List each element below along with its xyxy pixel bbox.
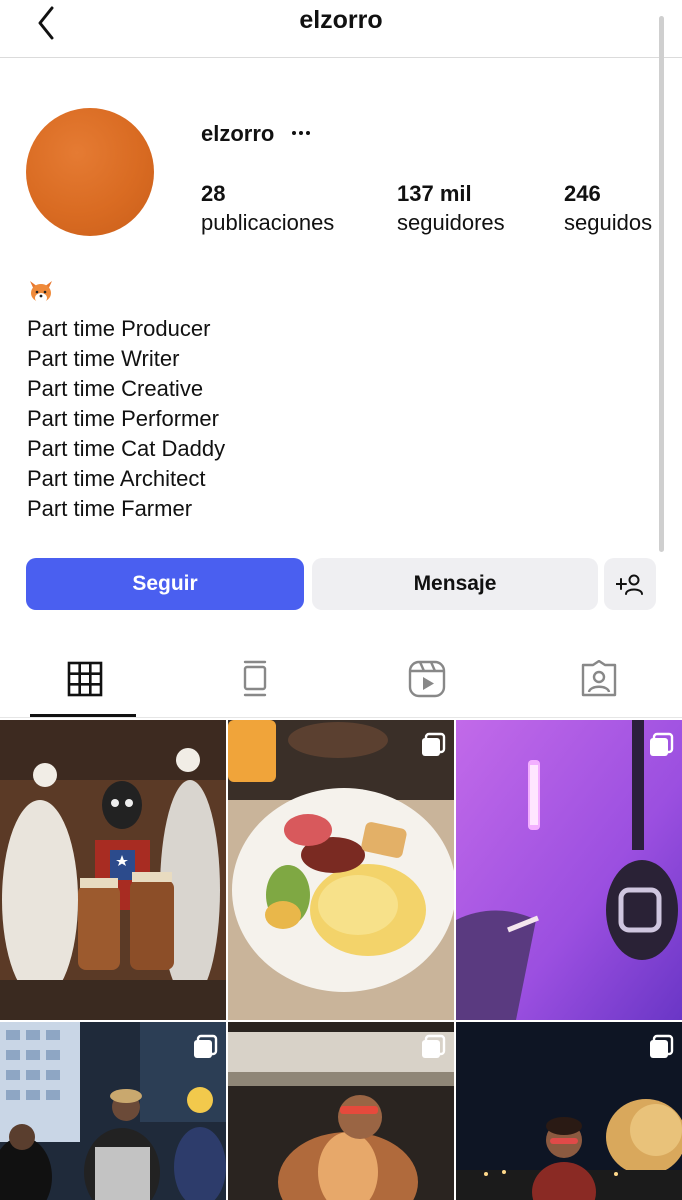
post-thumbnail[interactable] [0,1022,226,1200]
painting-image [0,720,226,1020]
post-thumbnail[interactable] [456,1022,682,1200]
tab-feed[interactable] [170,640,340,718]
reels-icon [408,660,446,698]
avatar[interactable] [26,108,154,236]
carousel-icon [194,1034,218,1058]
tab-tagged[interactable] [514,640,682,718]
profile-tabs [0,640,682,718]
purple-room-image [456,720,682,1020]
stat-following[interactable]: 246 seguidos [564,180,652,238]
top-bar: elzorro [0,0,682,58]
scrollbar[interactable] [659,16,664,552]
bio-line: Part time Writer [27,346,180,371]
post-thumbnail[interactable] [456,720,682,1020]
feed-icon [243,660,267,697]
post-thumbnail[interactable] [0,720,226,1020]
post-thumbnail[interactable] [228,720,454,1020]
follow-button[interactable]: Seguir [26,558,304,610]
stat-posts-label: publicaciones [201,210,335,235]
more-options-icon[interactable] [290,120,312,144]
carousel-icon [422,1034,446,1058]
suggested-accounts-button[interactable] [604,558,656,610]
bio: Part time Producer Part time Writer Part… [27,278,627,524]
grid-icon [67,661,103,697]
bio-line: Part time Cat Daddy [27,436,226,461]
tab-grid[interactable] [0,640,170,718]
stat-posts[interactable]: 28 publicaciones [201,180,334,238]
post-thumbnail[interactable] [228,1022,454,1200]
tab-reels[interactable] [342,640,512,718]
carousel-icon [650,732,674,756]
stat-following-label: seguidos [564,210,653,235]
bio-line: Part time Architect [27,466,206,491]
stat-followers-label: seguidores [397,210,505,235]
bio-line: Part time Farmer [27,496,193,521]
active-tab-indicator [30,714,136,717]
fox-icon [30,281,52,303]
stat-following-value: 246 [564,181,601,206]
username: elzorro [201,121,275,146]
post-grid [0,720,682,1200]
message-button[interactable]: Mensaje [312,558,598,610]
bio-line: Part time Creative [27,376,204,401]
add-person-icon [616,574,643,595]
fox-emoji [27,278,627,314]
tagged-icon [581,660,617,697]
page-title: elzorro [299,6,383,34]
bio-line: Part time Producer [27,316,211,341]
stat-posts-value: 28 [201,181,226,206]
carousel-icon [422,732,446,756]
bio-line: Part time Performer [27,406,219,431]
stat-followers[interactable]: 137 mil seguidores [397,180,505,238]
stat-followers-value: 137 mil [397,181,472,206]
breakfast-image [228,720,454,1020]
carousel-icon [650,1034,674,1058]
